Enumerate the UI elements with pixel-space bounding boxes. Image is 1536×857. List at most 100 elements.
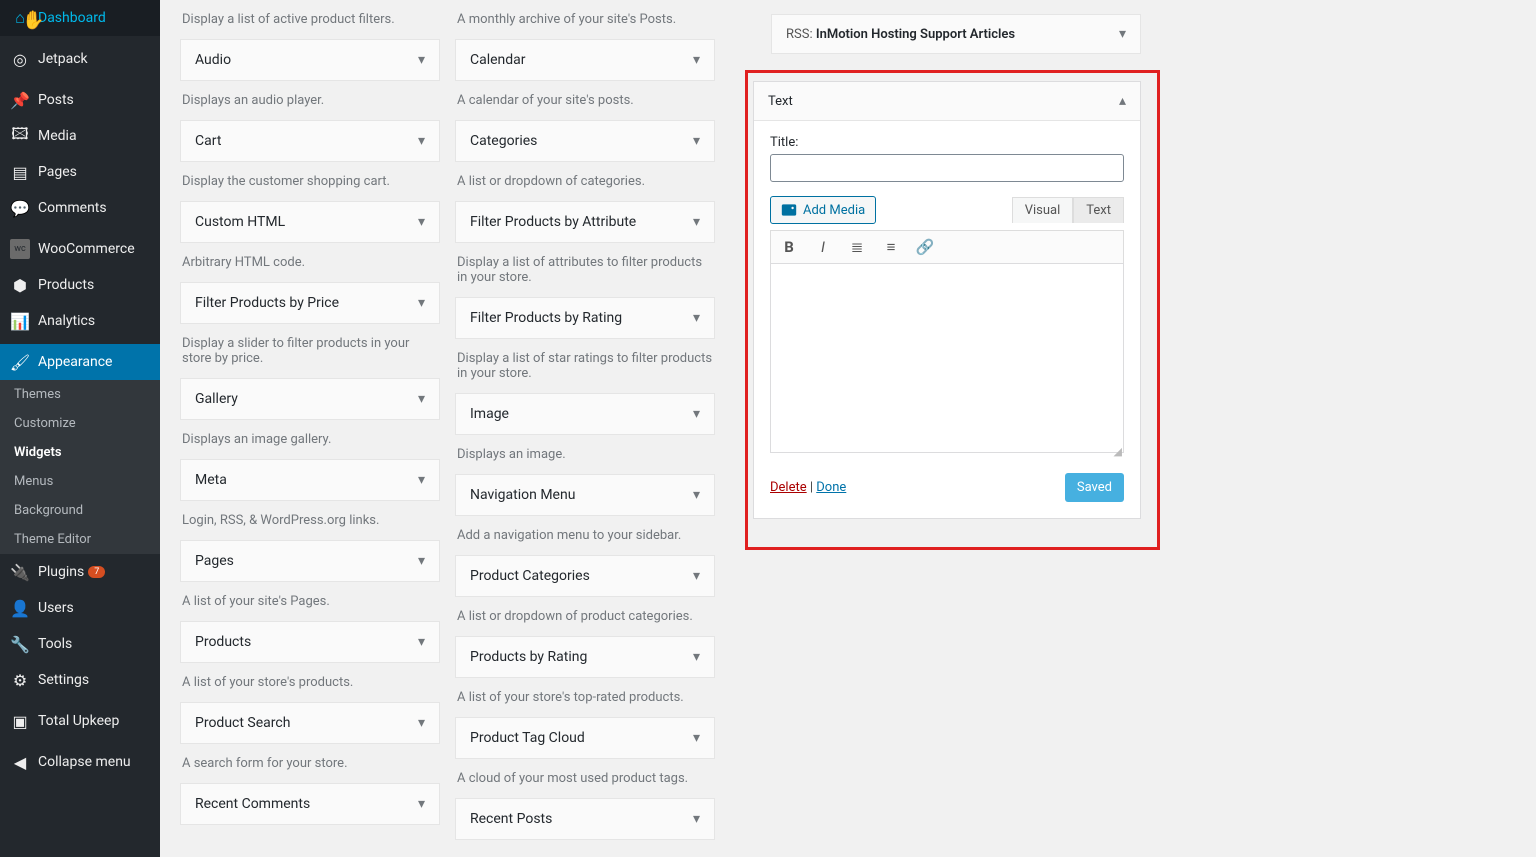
menu-collapse[interactable]: ◀Collapse menu <box>0 744 160 780</box>
widget-desc: Display a list of attributes to filter p… <box>455 243 715 297</box>
widget-desc: Arbitrary HTML code. <box>180 243 440 282</box>
appearance-submenu: Themes Customize Widgets Menus Backgroun… <box>0 380 160 554</box>
resize-handle-icon[interactable]: ◢ <box>1114 445 1122 458</box>
chevron-down-icon: ▾ <box>693 730 700 746</box>
widget-calendar[interactable]: Calendar▾ <box>455 39 715 81</box>
comments-icon: 💬 <box>10 198 30 218</box>
text-widget-header[interactable]: Text ▴ <box>754 82 1140 121</box>
link-icon[interactable]: 🔗 <box>915 237 935 257</box>
chevron-down-icon: ▾ <box>693 310 700 326</box>
submenu-widgets[interactable]: Widgets <box>0 438 160 467</box>
highlight-annotation: Text ▴ Title: Add Media <box>745 70 1160 550</box>
delete-link[interactable]: Delete <box>770 480 807 495</box>
widget-cart[interactable]: Cart▾ <box>180 120 440 162</box>
widget-filter-price[interactable]: Filter Products by Price▾ <box>180 282 440 324</box>
saved-button[interactable]: Saved <box>1065 473 1124 502</box>
widget-desc: A list of your site's Pages. <box>180 582 440 621</box>
italic-icon[interactable]: I <box>813 237 833 257</box>
menu-products[interactable]: ⬢Products <box>0 267 160 303</box>
submenu-customize[interactable]: Customize <box>0 409 160 438</box>
tab-visual[interactable]: Visual <box>1012 197 1074 223</box>
widget-desc: Display the customer shopping cart. <box>180 162 440 201</box>
available-widgets-left: Display a list of active product filters… <box>180 0 440 837</box>
widget-meta[interactable]: Meta▾ <box>180 459 440 501</box>
submenu-background[interactable]: Background <box>0 496 160 525</box>
menu-comments[interactable]: 💬Comments <box>0 190 160 226</box>
menu-analytics[interactable]: 📊Analytics <box>0 303 160 339</box>
widget-image[interactable]: Image▾ <box>455 393 715 435</box>
menu-tools[interactable]: 🔧Tools <box>0 626 160 662</box>
widget-desc: A list of your store's top-rated product… <box>455 678 715 717</box>
brush-icon: 🖌 <box>10 352 30 372</box>
widget-desc: A list or dropdown of product categories… <box>455 597 715 636</box>
tab-text[interactable]: Text <box>1073 197 1124 223</box>
menu-posts[interactable]: 📌Posts <box>0 82 160 118</box>
menu-woocommerce[interactable]: wcWooCommerce <box>0 231 160 267</box>
widget-filter-attribute[interactable]: Filter Products by Attribute▾ <box>455 201 715 243</box>
menu-dashboard[interactable]: ⌂ Dashboard <box>0 0 160 36</box>
menu-settings[interactable]: ⚙Settings <box>0 662 160 698</box>
menu-jetpack[interactable]: ◎Jetpack <box>0 41 160 77</box>
add-media-button[interactable]: Add Media <box>770 196 876 224</box>
menu-label: Dashboard <box>38 10 106 26</box>
widget-desc: Login, RSS, & WordPress.org links. <box>180 501 440 540</box>
widget-audio[interactable]: Audio▾ <box>180 39 440 81</box>
plugins-badge: 7 <box>88 566 105 578</box>
admin-sidebar: ⌂ Dashboard ✋ ◎Jetpack 📌Posts 🖾Media ▤Pa… <box>0 0 160 857</box>
chevron-down-icon: ▾ <box>418 295 425 311</box>
pages-icon: ▤ <box>10 162 30 182</box>
widget-gallery[interactable]: Gallery▾ <box>180 378 440 420</box>
menu-total-upkeep[interactable]: ▣Total Upkeep <box>0 703 160 739</box>
title-input[interactable] <box>770 154 1124 182</box>
woocommerce-icon: wc <box>10 239 30 259</box>
menu-plugins[interactable]: 🔌Plugins7 <box>0 554 160 590</box>
widget-product-categories[interactable]: Product Categories▾ <box>455 555 715 597</box>
widget-pages[interactable]: Pages▾ <box>180 540 440 582</box>
widget-recent-posts[interactable]: Recent Posts▾ <box>455 798 715 840</box>
menu-pages[interactable]: ▤Pages <box>0 154 160 190</box>
chevron-down-icon: ▾ <box>693 406 700 422</box>
widget-product-search[interactable]: Product Search▾ <box>180 702 440 744</box>
menu-users[interactable]: 👤Users <box>0 590 160 626</box>
submenu-themes[interactable]: Themes <box>0 380 160 409</box>
chevron-down-icon: ▾ <box>418 52 425 68</box>
widget-desc: Displays an image gallery. <box>180 420 440 459</box>
products-icon: ⬢ <box>10 275 30 295</box>
submenu-menus[interactable]: Menus <box>0 467 160 496</box>
jetpack-icon: ◎ <box>10 49 30 69</box>
menu-media[interactable]: 🖾Media <box>0 118 160 154</box>
menu-appearance[interactable]: 🖌Appearance <box>0 344 160 380</box>
chevron-down-icon: ▾ <box>418 391 425 407</box>
widget-desc: A list or dropdown of categories. <box>455 162 715 201</box>
chevron-down-icon: ▾ <box>418 634 425 650</box>
widget-desc: A search form for your store. <box>180 744 440 783</box>
widget-products[interactable]: Products▾ <box>180 621 440 663</box>
collapse-icon: ◀ <box>10 752 30 772</box>
chevron-up-icon: ▴ <box>1119 93 1126 109</box>
media-icon <box>781 202 797 218</box>
widget-filter-rating[interactable]: Filter Products by Rating▾ <box>455 297 715 339</box>
submenu-theme-editor[interactable]: Theme Editor <box>0 525 160 554</box>
rss-title: InMotion Hosting Support Articles <box>816 27 1015 42</box>
widget-categories[interactable]: Categories▾ <box>455 120 715 162</box>
widget-recent-comments[interactable]: Recent Comments▾ <box>180 783 440 825</box>
widget-desc: Display a list of star ratings to filter… <box>455 339 715 393</box>
chevron-down-icon: ▾ <box>693 811 700 827</box>
widget-custom-html[interactable]: Custom HTML▾ <box>180 201 440 243</box>
done-link[interactable]: Done <box>816 480 846 495</box>
available-widgets-right: A monthly archive of your site's Posts. … <box>455 0 715 837</box>
chevron-down-icon: ▾ <box>693 568 700 584</box>
chevron-down-icon: ▾ <box>693 487 700 503</box>
widget-rss[interactable]: RSS: InMotion Hosting Support Articles ▾ <box>771 14 1141 54</box>
widget-desc: A calendar of your site's posts. <box>455 81 715 120</box>
media-icon: 🖾 <box>10 126 30 146</box>
content-editor[interactable] <box>770 263 1124 453</box>
widget-desc: Display a list of active product filters… <box>180 0 440 39</box>
widget-product-tag-cloud[interactable]: Product Tag Cloud▾ <box>455 717 715 759</box>
widget-navigation-menu[interactable]: Navigation Menu▾ <box>455 474 715 516</box>
numbered-list-icon[interactable]: ≡ <box>881 237 901 257</box>
bold-icon[interactable]: B <box>779 237 799 257</box>
widget-products-by-rating[interactable]: Products by Rating▾ <box>455 636 715 678</box>
bullet-list-icon[interactable]: ≣ <box>847 237 867 257</box>
chevron-down-icon: ▾ <box>418 133 425 149</box>
